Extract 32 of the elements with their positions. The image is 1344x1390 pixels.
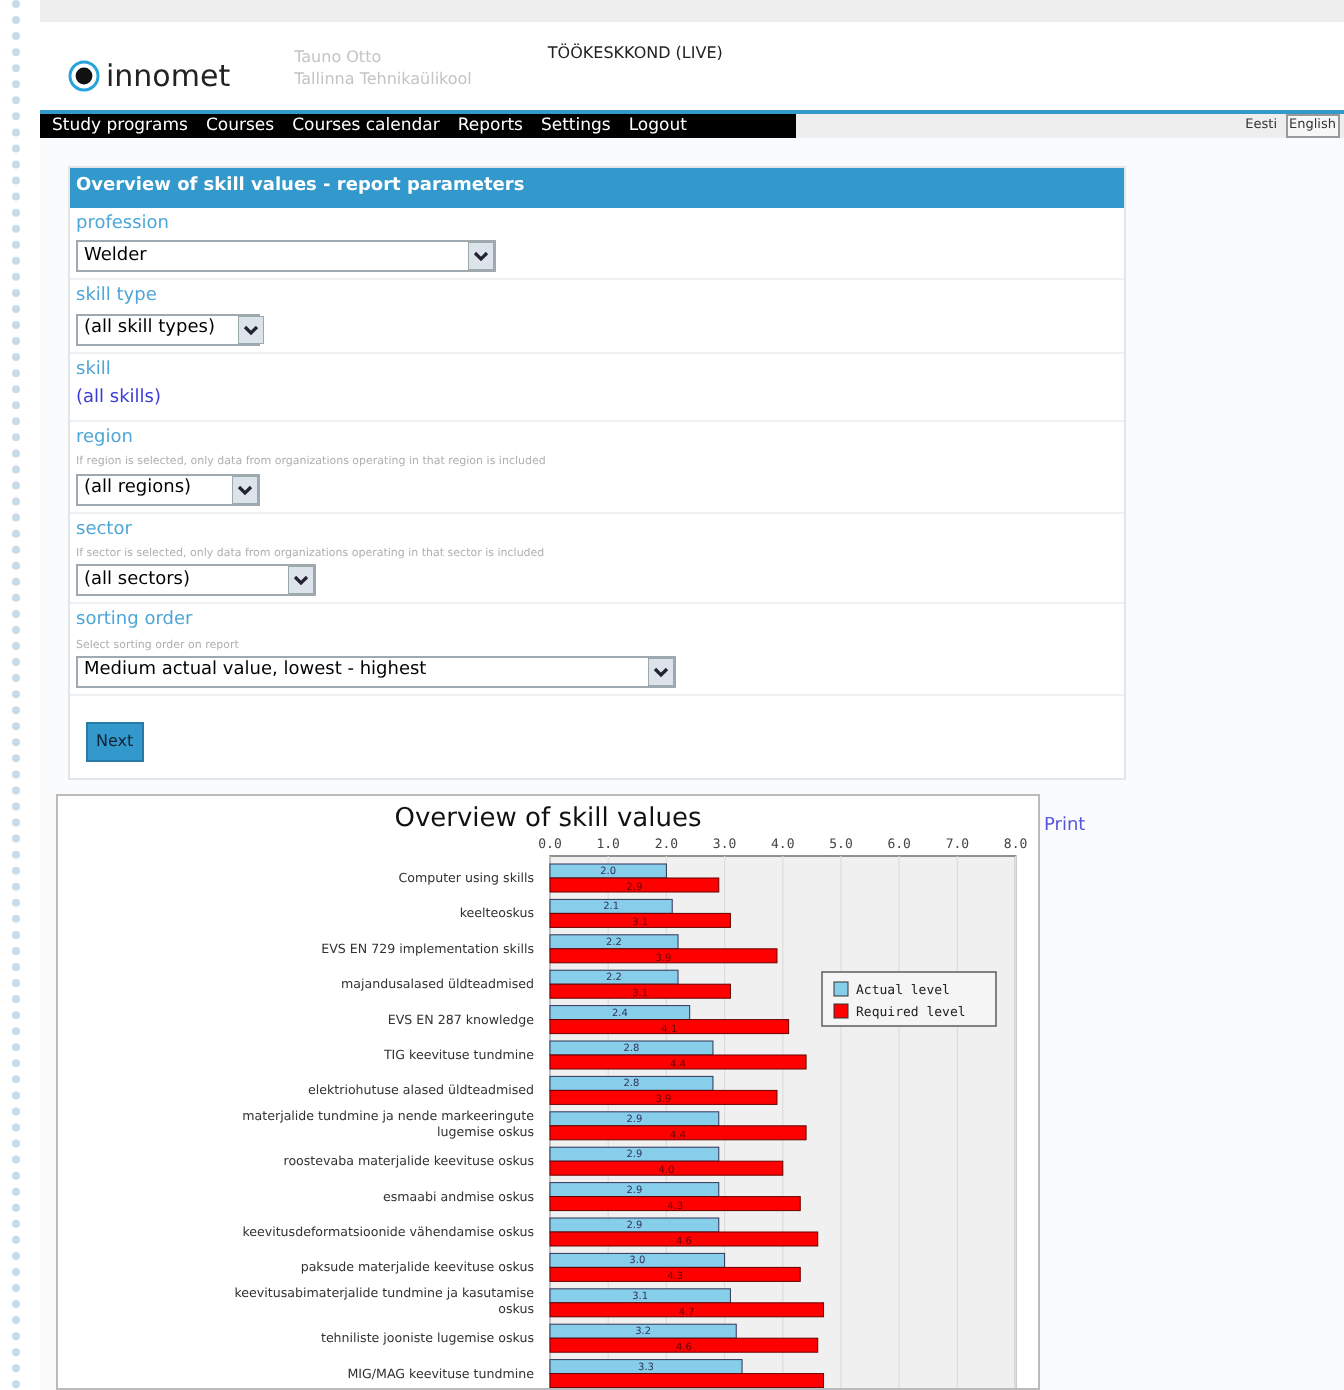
- organization-name: Tallinna Tehnikaülikool: [294, 68, 472, 91]
- field-label: sector: [76, 517, 134, 543]
- print-link[interactable]: Print: [1044, 814, 1086, 841]
- dropdown[interactable]: (all sectors): [76, 564, 316, 597]
- dropdown-arrow-icon: [648, 658, 674, 686]
- nav-link[interactable]: Study programs: [52, 113, 188, 139]
- panel-header: Overview of skill values - report parameters: [70, 168, 1124, 208]
- dropdown[interactable]: Welder: [76, 240, 496, 273]
- dropdown[interactable]: Medium actual value, lowest - highest: [76, 656, 676, 688]
- nav-link[interactable]: Settings: [540, 113, 611, 139]
- chart-title: Overview of skill values: [394, 804, 702, 834]
- skill-link[interactable]: (all skills): [76, 386, 1118, 414]
- dropdown-arrow-icon: [232, 475, 258, 503]
- field-label: sorting order: [76, 608, 195, 635]
- next-button[interactable]: Next: [86, 722, 144, 762]
- nav-link[interactable]: Logout: [628, 113, 687, 139]
- dropdown[interactable]: (all skill types): [76, 313, 260, 346]
- field-label: region: [76, 425, 135, 452]
- dropdown-arrow-icon: [288, 566, 314, 595]
- nav-link[interactable]: Reports: [457, 113, 523, 139]
- field-label: profession: [76, 211, 172, 238]
- nav-link[interactable]: Courses calendar: [292, 113, 440, 139]
- dropdown[interactable]: (all regions): [76, 473, 260, 505]
- field-label: skill: [76, 357, 113, 384]
- nav-link[interactable]: Courses: [205, 113, 275, 139]
- logo-text: innomet: [106, 56, 231, 99]
- field-label: skill type: [76, 284, 159, 311]
- environment-label: TÖÖKESKKOND (LIVE): [547, 42, 723, 67]
- dropdown-arrow-icon: [468, 242, 494, 271]
- user-name: Tauno Otto: [294, 46, 384, 69]
- dropdown-arrow-icon: [238, 315, 265, 344]
- logo-icon: [68, 60, 100, 93]
